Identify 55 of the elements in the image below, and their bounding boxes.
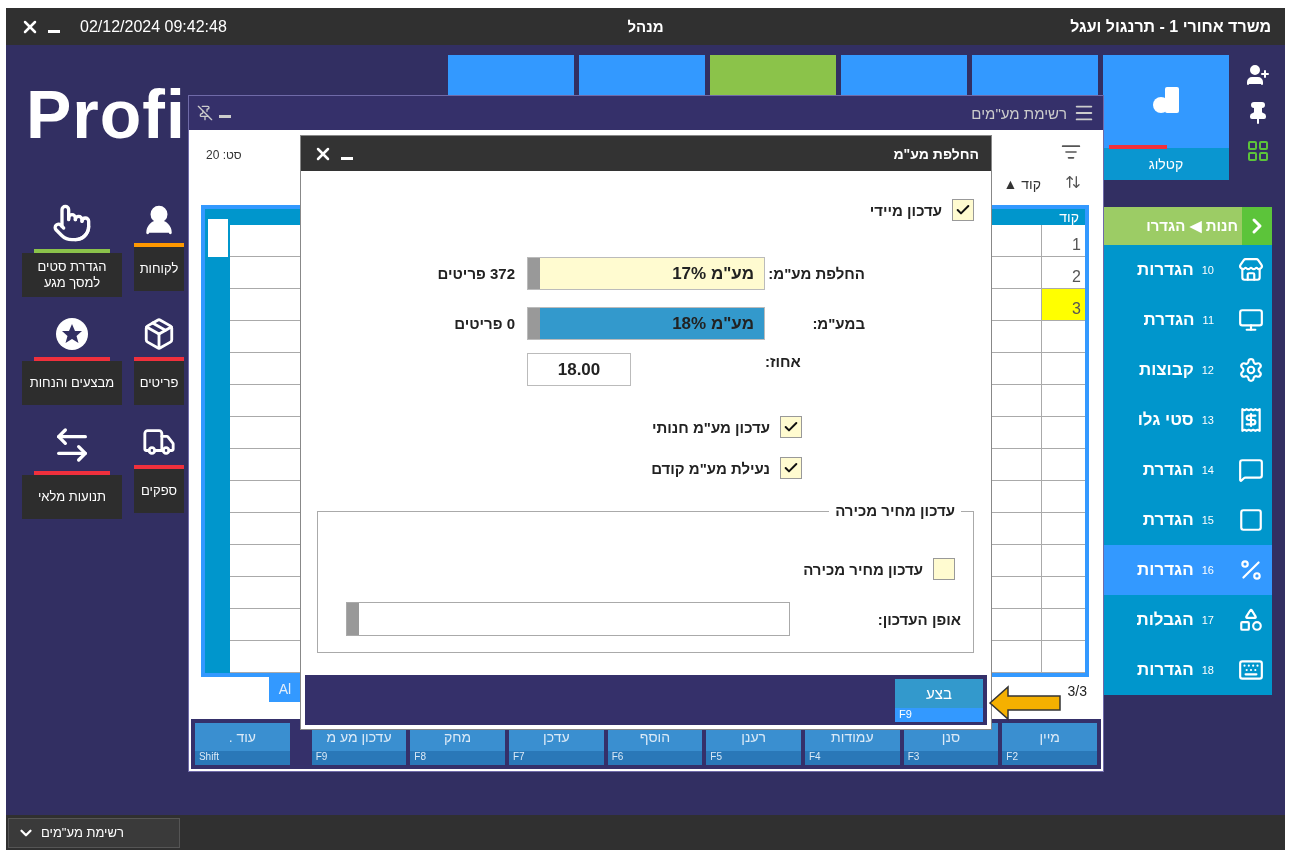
box-icon [142, 317, 176, 351]
keyboard-icon [1238, 657, 1264, 683]
logo: Profi [26, 75, 186, 153]
shapes-icon [1238, 607, 1264, 633]
set-label: סט: 20 [206, 148, 242, 162]
item-count: 0 פריטים [454, 315, 515, 332]
dropdown-field[interactable]: מע"מ 17% [527, 257, 765, 290]
item-count: 372 פריטים [437, 265, 515, 282]
window-title: רשימת מע"מים [971, 104, 1067, 122]
grid-icon[interactable] [1246, 139, 1270, 163]
column-header[interactable]: קוד [1041, 209, 1085, 225]
date-time: 02/12/2024 09:42:48 [80, 17, 227, 36]
field-label: אחוז: [765, 353, 802, 370]
shortcut-tile[interactable]: הגדרת סטים למסך מגע [22, 203, 122, 297]
gear-icon [1238, 357, 1264, 383]
field-label: אופן העדכון: [877, 610, 961, 628]
checkbox[interactable] [952, 199, 974, 221]
catalog-tile[interactable]: קטלוג [1103, 55, 1229, 180]
page-counter: 3/3 [1067, 683, 1087, 699]
receipt-icon [1238, 407, 1264, 433]
shortcut-tile[interactable]: תנועות מלאי [22, 425, 122, 519]
table-cell[interactable]: 3 [1041, 289, 1085, 320]
dialog-title: החלפת מע"מ [893, 145, 979, 162]
checkbox-label: נעילת מע"מ קודם [651, 459, 770, 477]
hand-pointer-icon [52, 203, 92, 243]
percent-field[interactable]: 18.00 [527, 353, 631, 386]
app-title: מנהל [627, 18, 664, 35]
dropdown-field[interactable]: מע"מ 18% [527, 307, 765, 340]
catalog-icon [1151, 85, 1181, 115]
percent-icon [1238, 557, 1264, 583]
filter-icon[interactable] [1061, 142, 1081, 162]
add-user-icon[interactable] [1246, 63, 1270, 87]
shortcut-tile[interactable]: לקוחות [134, 203, 184, 297]
breadcrumb: חנות ◀ הגדרו [1104, 207, 1242, 245]
unpin-icon[interactable] [197, 105, 213, 121]
location-label: משרד אחורי 1 - תרנגול ועגל [1070, 17, 1271, 36]
shortcut-tile[interactable]: ספקים [134, 425, 184, 519]
side-tab[interactable]: Al [269, 676, 301, 702]
checkbox-label: עדכון מחיר מכירה [803, 560, 923, 578]
field-label: במע"מ: [811, 315, 865, 332]
checkbox-label: עדכון מיידי [869, 201, 942, 219]
sort-label[interactable]: קוד ▲ [1003, 176, 1041, 192]
store-icon [1238, 257, 1264, 283]
dropdown-field[interactable] [346, 602, 790, 636]
taskbar-item[interactable]: רשימת מע"מים [8, 817, 180, 848]
field-label: החלפת מע"מ: [767, 265, 865, 282]
checkbox-label: עדכון מע"מ חנותי [651, 418, 770, 436]
square-icon [1238, 507, 1264, 533]
sort-icon[interactable] [1065, 174, 1081, 190]
monitor-icon [1238, 307, 1264, 333]
scrollbar[interactable] [205, 209, 230, 673]
checkbox[interactable] [933, 558, 955, 580]
checkbox[interactable] [780, 457, 802, 479]
checkbox[interactable] [780, 416, 802, 438]
chat-icon [1238, 457, 1264, 483]
